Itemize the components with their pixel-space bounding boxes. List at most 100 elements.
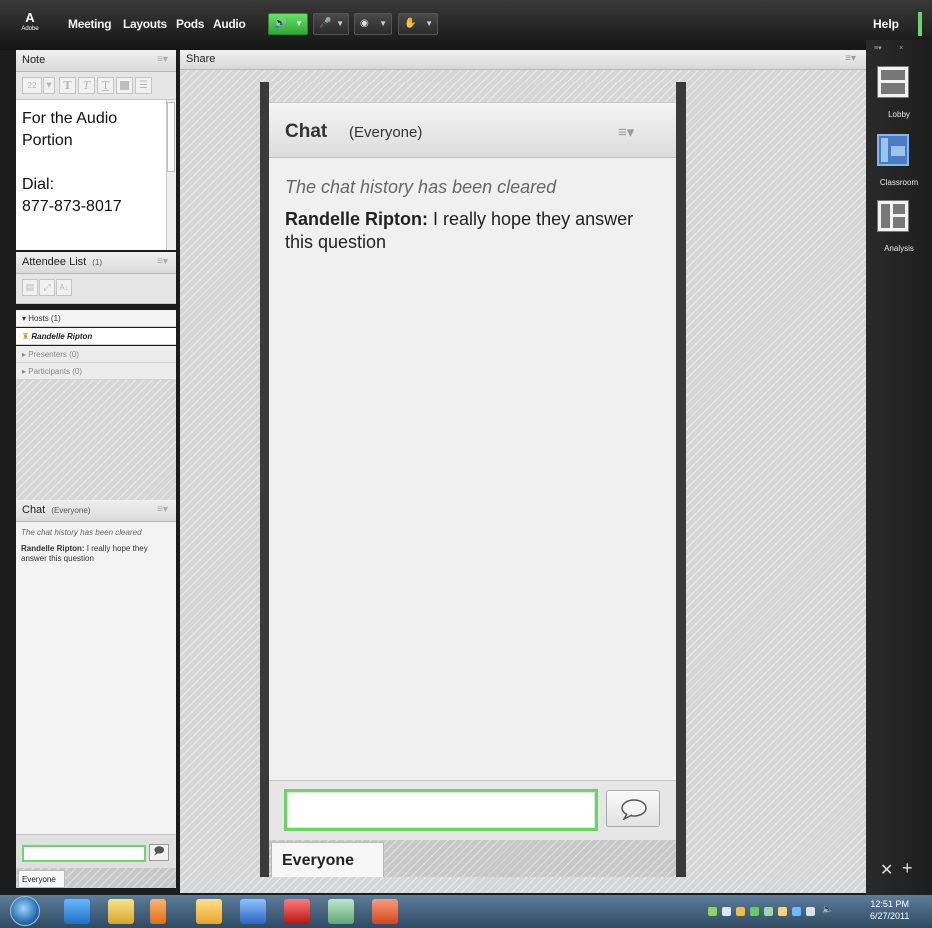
analysis-layout-label[interactable]: Analysis [866, 244, 932, 253]
chat-message-input[interactable] [284, 789, 598, 831]
chat-cleared-notice: The chat history has been cleared [21, 528, 142, 537]
outlook-icon[interactable] [196, 899, 222, 924]
left-chat-messages: The chat history has been cleared Randel… [16, 522, 176, 834]
speaker-icon: 🔊 [274, 18, 287, 29]
status-button[interactable]: ✋ ▼ [398, 13, 438, 35]
share-pod-title: Share [186, 53, 216, 65]
remote-desktop-icon[interactable] [328, 899, 354, 924]
hosts-group-label: Hosts (1) [28, 314, 61, 323]
webcam-button[interactable]: ◉ ▼ [354, 13, 392, 35]
file-explorer-icon[interactable] [108, 899, 134, 924]
text-color-icon[interactable] [116, 77, 133, 94]
delete-layout-icon[interactable]: ✕ [880, 860, 893, 880]
list-view-icon[interactable]: ▤ [22, 279, 38, 296]
tray-app-icon[interactable] [764, 907, 773, 916]
send-message-button[interactable] [606, 790, 660, 827]
pod-menu-icon[interactable]: ≡▾ [157, 504, 168, 515]
adobe-logo-icon: A Adobe [21, 10, 39, 33]
webcam-icon: ◉ [360, 18, 369, 29]
share-pod-header: Share ≡▾ [180, 50, 866, 70]
pod-menu-icon[interactable]: ≡▾ [618, 123, 634, 141]
chat-pod-scope: (Everyone) [349, 124, 423, 141]
presenters-group-label: Presenters (0) [28, 350, 79, 359]
chat-sender: Randelle Ripton: [21, 544, 85, 553]
left-chat-input[interactable] [22, 845, 146, 862]
menu-meeting[interactable]: Meeting [68, 17, 112, 31]
start-button-icon[interactable] [10, 896, 40, 926]
note-scrollbar-thumb[interactable] [167, 102, 175, 172]
host-user-icon: ♜ [22, 332, 32, 341]
chat-messages: The chat history has been cleared Randel… [269, 158, 676, 780]
clock-date: 6/27/2011 [870, 911, 910, 921]
lobby-layout-icon[interactable] [877, 66, 909, 98]
speech-bubble-icon [621, 799, 647, 820]
sort-icon[interactable]: A↓ [56, 279, 72, 296]
menu-audio[interactable]: Audio [213, 17, 246, 31]
attendee-list-empty-area [16, 380, 176, 500]
pod-menu-icon[interactable]: ≡▾ [157, 54, 168, 65]
layouts-bar-menu-icon[interactable]: ≡▾ × [874, 44, 903, 52]
tray-app-icon[interactable] [778, 907, 787, 916]
chat-input-bar [269, 780, 676, 840]
internet-explorer-icon[interactable] [64, 899, 90, 924]
tray-network-icon[interactable] [708, 907, 717, 916]
menu-layouts[interactable]: Layouts [123, 17, 167, 31]
note-text-area[interactable]: For the Audio Portion Dial: 877-873-8017 [16, 100, 166, 250]
tray-app-icon[interactable] [792, 907, 801, 916]
tab-everyone[interactable]: Everyone [271, 842, 384, 877]
menu-pods[interactable]: Pods [176, 17, 204, 31]
pod-menu-icon[interactable]: ≡▾ [845, 53, 856, 64]
font-size-select[interactable]: 22 [22, 77, 42, 94]
system-clock[interactable]: 12:51 PM 6/27/2011 [870, 898, 909, 922]
menu-help[interactable]: Help [873, 17, 899, 31]
classroom-layout-icon[interactable] [877, 134, 909, 166]
lobby-layout-label[interactable]: Lobby [866, 110, 932, 119]
italic-icon[interactable]: T [78, 77, 95, 94]
tray-battery-icon[interactable] [722, 907, 731, 916]
powerpoint-icon[interactable] [372, 899, 398, 924]
note-toolbar: 22 ▼ T T T ☰ [16, 72, 176, 100]
chat-message: Randelle Ripton: I really hope they answ… [285, 208, 660, 254]
media-player-icon[interactable] [150, 899, 166, 924]
tray-sync-icon[interactable] [750, 907, 759, 916]
classroom-layout-label[interactable]: Classroom [866, 178, 932, 187]
font-size-dropdown-icon[interactable]: ▼ [43, 77, 55, 94]
left-chat-title: Chat [22, 504, 46, 516]
left-chat-scope: (Everyone) [51, 506, 91, 515]
volume-icon[interactable]: 🔈 [822, 904, 833, 914]
note-line: 877-873-8017 [22, 198, 122, 215]
send-message-icon[interactable]: 🗩 [149, 844, 169, 861]
note-pod-title: Note [22, 54, 46, 66]
analysis-layout-icon[interactable] [877, 200, 909, 232]
expand-icon[interactable]: ⤢ [39, 279, 55, 296]
tab-everyone[interactable]: Everyone [18, 870, 65, 888]
presenters-group[interactable]: ▸ Presenters (0) [16, 346, 176, 363]
participants-group[interactable]: ▸ Participants (0) [16, 363, 176, 380]
connection-status-indicator [918, 12, 922, 36]
chat-pod-header: Chat (Everyone) ≡▾ [269, 102, 676, 158]
left-chat-header: Chat (Everyone) ≡▾ [16, 500, 176, 522]
note-pod-header: Note ≡▾ [16, 50, 176, 72]
left-chat-tab-strip: Everyone [16, 868, 176, 888]
pod-menu-icon[interactable]: ≡▾ [157, 256, 168, 267]
underline-icon[interactable]: T [97, 77, 114, 94]
note-line: Dial: [22, 176, 55, 193]
add-layout-icon[interactable]: + [902, 858, 913, 879]
chat-frame-left [260, 82, 269, 877]
chat-frame-right [676, 82, 686, 877]
microphone-button[interactable]: 🎤 ▼ [313, 13, 349, 35]
bullet-list-icon[interactable]: ☰ [135, 77, 152, 94]
left-chat-input-bar: 🗩 [16, 834, 176, 868]
left-pods-column: Note ≡▾ 22 ▼ T T T ☰ For the Audio Porti… [16, 50, 176, 895]
chat-cleared-notice: The chat history has been cleared [285, 177, 557, 197]
note-line: For the Audio [22, 110, 118, 127]
attendee-count: (1) [92, 258, 103, 267]
hosts-group[interactable]: ▾ Hosts (1) [16, 310, 176, 327]
speaker-button[interactable]: 🔊 ▼ [268, 13, 308, 35]
tray-display-icon[interactable] [806, 907, 815, 916]
tray-security-icon[interactable] [736, 907, 745, 916]
sync-center-icon[interactable] [240, 899, 266, 924]
bold-icon[interactable]: T [59, 77, 76, 94]
acrobat-icon[interactable] [284, 899, 310, 924]
attendee-row[interactable]: ♜ Randelle Ripton [16, 328, 176, 345]
